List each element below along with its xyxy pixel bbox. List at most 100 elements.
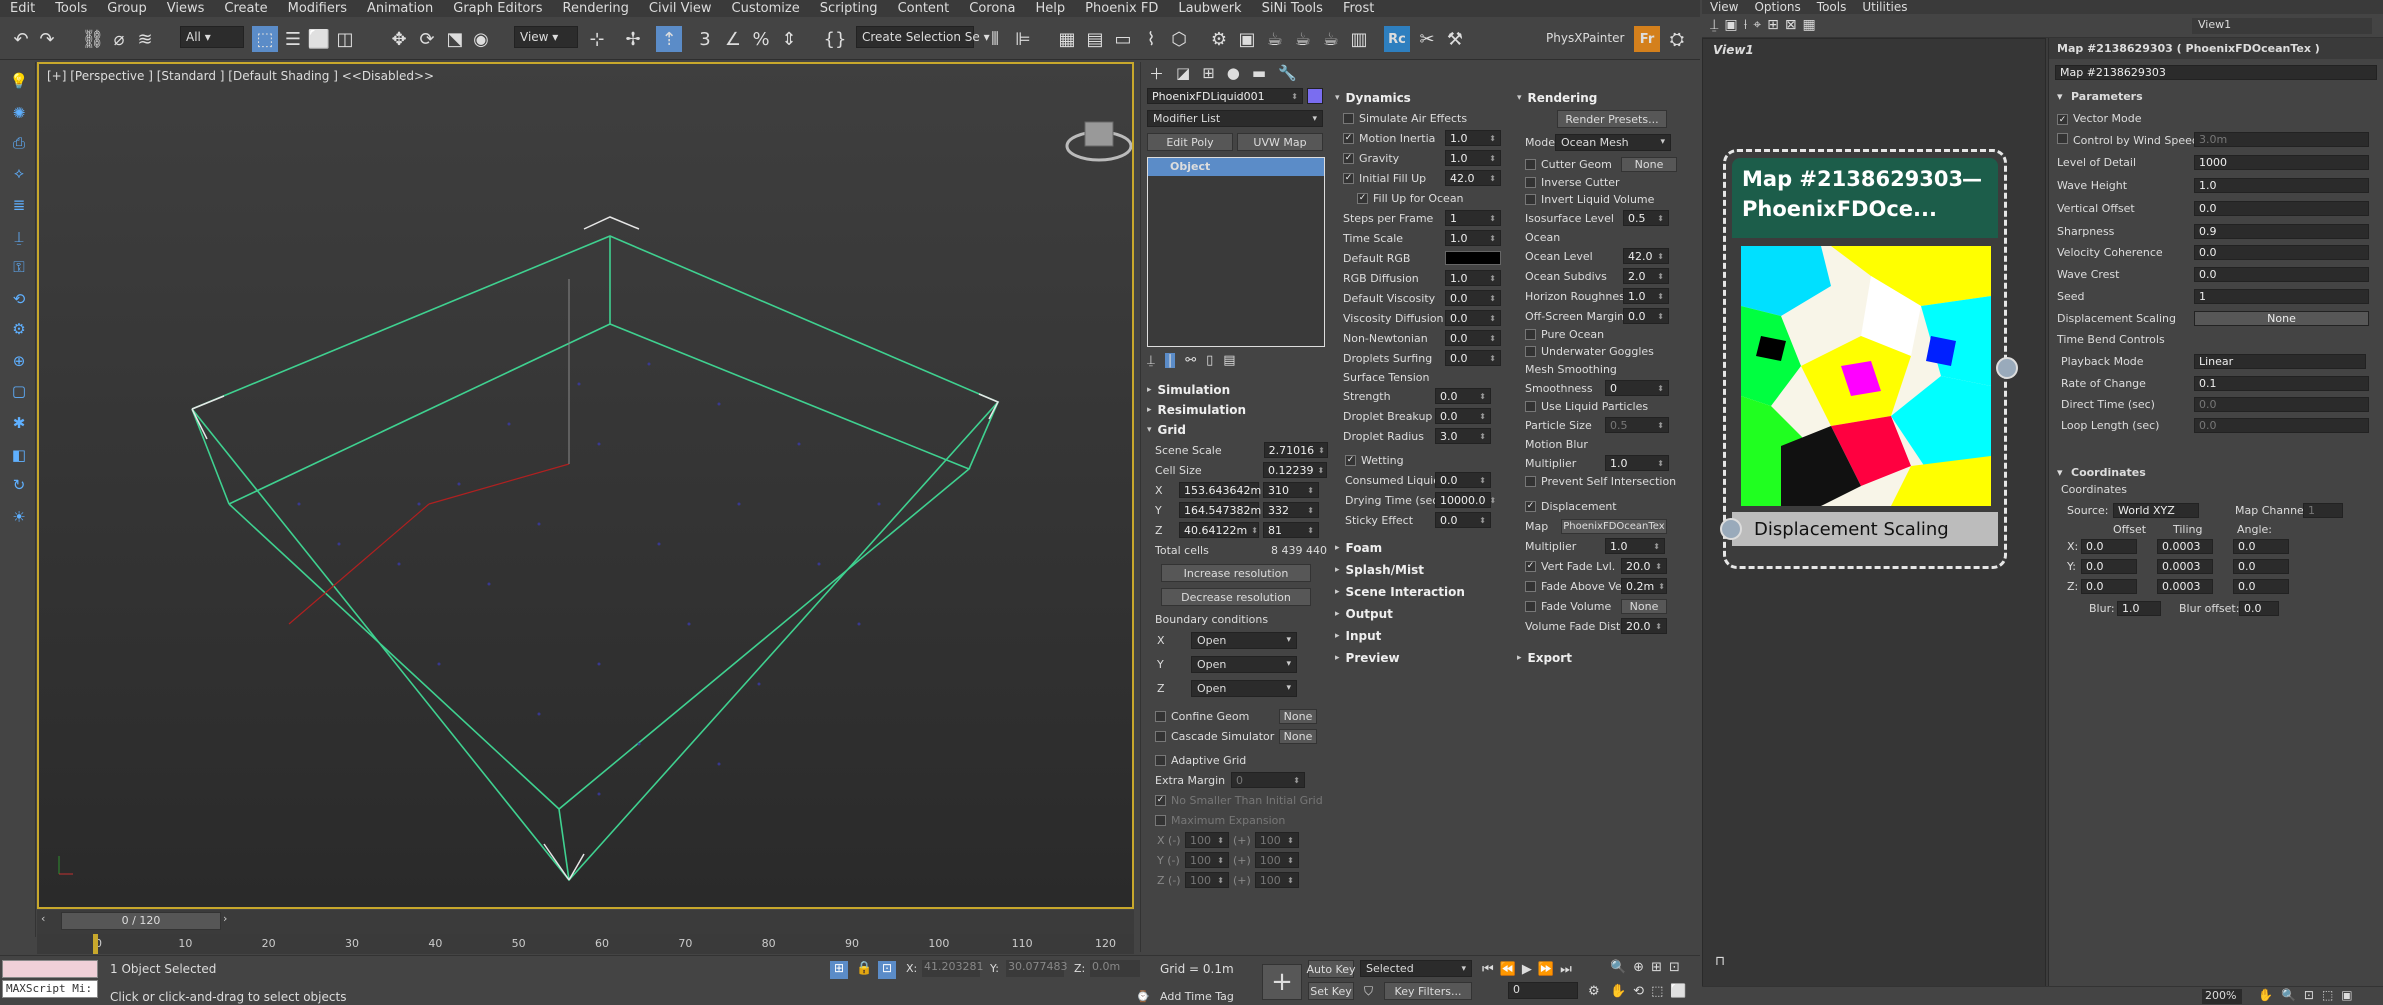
map-channel-field[interactable]: 1 <box>2303 503 2343 518</box>
default-rgb-swatch[interactable] <box>1445 251 1501 265</box>
default-viscosity-field[interactable]: 0.0 <box>1445 290 1501 306</box>
slate-toolbar-icons[interactable]: ⍊▣⟊⌖⊞⊠▦ <box>1710 17 1822 33</box>
lock-selection-icon[interactable]: 🔒 <box>856 961 872 976</box>
layer-explorer-icon[interactable]: ▤ <box>1082 26 1108 52</box>
input-socket[interactable] <box>1720 518 1742 540</box>
object-color-swatch[interactable] <box>1307 88 1323 104</box>
motion-inertia-field[interactable]: 1.0 <box>1445 130 1501 146</box>
ocean-tex-node[interactable]: Map #2138629303 PhoenixFDOce... — Displa… <box>1720 149 2018 569</box>
fr-icon[interactable]: Fr <box>1634 26 1660 52</box>
menu-item-views[interactable]: Views <box>157 1 215 16</box>
menu-item-edit[interactable]: Edit <box>0 1 45 16</box>
rotate-icon[interactable]: ⟳ <box>414 26 440 52</box>
vertical-offset-field[interactable]: 0.0 <box>2194 201 2369 216</box>
viscosity-diffusion-field[interactable]: 0.0 <box>1445 310 1501 326</box>
use-liquid-particles-checkbox[interactable] <box>1525 401 1536 412</box>
parameters-rollout[interactable]: ▾ Parameters <box>2049 86 2383 107</box>
slate-menu-options[interactable]: Options <box>1746 0 1808 14</box>
create-tab-icon[interactable]: ＋ <box>1149 63 1164 84</box>
material-editor-icon[interactable]: ⬡ <box>1166 26 1192 52</box>
maxscript-input[interactable]: MAXScript Mi: <box>2 980 98 998</box>
y-minus-field[interactable]: 100 <box>1185 852 1229 868</box>
redo-icon[interactable]: ↷ <box>34 26 60 52</box>
sharpness-field[interactable]: 0.9 <box>2194 224 2369 239</box>
decrease-resolution-button[interactable]: Decrease resolution <box>1161 588 1311 606</box>
angle-x-field[interactable]: 0.0 <box>2233 539 2289 554</box>
droplets-surfing-field[interactable]: 0.0 <box>1445 350 1501 366</box>
modifier-stack[interactable]: Object <box>1147 157 1325 347</box>
render-setup-icon[interactable]: ⚙ <box>1206 26 1232 52</box>
helper-icon[interactable]: ✱ <box>8 412 30 434</box>
key-filters-button[interactable]: Key Filters... <box>1384 982 1472 1000</box>
collapse-icon[interactable]: — <box>1962 164 1982 194</box>
link-icon[interactable]: ⛓ <box>80 26 106 52</box>
render-active-icon[interactable]: ☕ <box>1290 26 1316 52</box>
angle-y-field[interactable]: 0.0 <box>2233 559 2289 574</box>
map-button[interactable]: PhoenixFDOceanTex <box>1561 518 1667 534</box>
simulate-air-checkbox[interactable] <box>1343 112 1354 124</box>
render-iterative-icon[interactable]: ☕ <box>1318 26 1344 52</box>
menu-item-help[interactable]: Help <box>1026 1 1076 16</box>
menu-item-tools[interactable]: Tools <box>45 1 97 16</box>
param-name-field[interactable]: Map #2138629303 <box>2055 65 2377 80</box>
window-crossing-icon[interactable]: ◫ <box>332 26 358 52</box>
cascade-sim-checkbox[interactable] <box>1155 730 1166 742</box>
cutter-geom-checkbox[interactable] <box>1525 158 1536 170</box>
menu-item-group[interactable]: Group <box>97 1 157 16</box>
initial-fill-field[interactable]: 42.0 <box>1445 170 1501 186</box>
adaptive-grid-checkbox[interactable] <box>1155 754 1166 766</box>
volume-fade-dist-field[interactable]: 20.0 <box>1621 618 1667 634</box>
grid-y-size-field[interactable]: 164.547382m <box>1179 502 1261 518</box>
cutter-geom-button[interactable]: None <box>1621 156 1677 172</box>
menu-item-rendering[interactable]: Rendering <box>553 1 639 16</box>
mirror-icon[interactable]: ⫴ <box>982 26 1008 52</box>
stack-item-object[interactable]: Object <box>1148 158 1324 176</box>
render-presets-button[interactable]: Render Presets... <box>1557 110 1667 128</box>
fade-above-field[interactable]: 0.2m <box>1621 578 1667 594</box>
isosurface-field[interactable]: 0.5 <box>1623 210 1669 226</box>
preview-rollout[interactable]: ▸ Preview <box>1335 648 1510 668</box>
z-coord-field[interactable]: 0.0m <box>1090 960 1140 977</box>
x-coord-field[interactable]: 41.203281 <box>922 960 984 977</box>
make-unique-icon[interactable]: ⚯ <box>1185 353 1196 368</box>
horizon-roughness-field[interactable]: 1.0 <box>1623 288 1669 304</box>
blur-offset-field[interactable]: 0.0 <box>2239 601 2279 616</box>
output-rollout[interactable]: ▸ Output <box>1335 604 1510 624</box>
displacement-scaling-button[interactable]: None <box>2194 311 2369 326</box>
time-cursor[interactable] <box>93 934 98 954</box>
object-name-field[interactable]: PhoenixFDLiquid001 <box>1147 88 1303 104</box>
select-object-icon[interactable]: ⬚ <box>252 26 278 52</box>
sun-icon[interactable]: ✺ <box>8 102 30 124</box>
select-manipulate-icon[interactable]: ✢ <box>620 26 646 52</box>
pivot-icon[interactable]: ⊹ <box>584 26 610 52</box>
snaps-icon[interactable]: 3 <box>692 26 718 52</box>
current-frame-field[interactable]: 0 <box>1508 982 1578 999</box>
x-minus-field[interactable]: 100 <box>1185 832 1229 848</box>
confine-geom-checkbox[interactable] <box>1155 710 1166 722</box>
scene-scale-field[interactable]: 2.71016 <box>1263 442 1328 458</box>
playback-controls[interactable]: ⏮⏪▶⏩⏭ <box>1482 962 1578 977</box>
modifier-list-dropdown[interactable]: Modifier List <box>1147 110 1323 127</box>
time-scale-field[interactable]: 1.0 <box>1445 230 1501 246</box>
curve-editor-icon[interactable]: ⌇ <box>1138 26 1164 52</box>
grid-z-cells-field[interactable]: 81 <box>1263 522 1319 538</box>
viewport-nav-icons[interactable]: 🔍⊕⊞⊡ <box>1610 960 1687 975</box>
smoothness-field[interactable]: 0 <box>1605 380 1669 396</box>
utilities-tab-icon[interactable]: 🔧 <box>1278 64 1297 82</box>
selection-filter-dropdown[interactable]: All ▾ <box>180 26 244 48</box>
track-bar[interactable]: 0 10 20 30 40 50 60 70 80 90 100 110 120 <box>37 934 1134 954</box>
cascade-sim-button[interactable]: None <box>1279 728 1317 744</box>
view-title[interactable]: View1 <box>1713 43 1754 57</box>
boundary-x-dropdown[interactable]: Open <box>1191 631 1297 649</box>
rendering-rollout[interactable]: ▾ Rendering <box>1517 88 1695 108</box>
z-minus-field[interactable]: 100 <box>1185 872 1229 888</box>
render-icon[interactable]: ☕ <box>1262 26 1288 52</box>
viewport-nav-icons-2[interactable]: ✋⟲⬚⬜ <box>1610 984 1694 999</box>
rc-icon[interactable]: Rc <box>1384 26 1410 52</box>
configure-sets-icon[interactable]: ▤ <box>1223 353 1235 368</box>
panel-icon[interactable]: ◧ <box>8 444 30 466</box>
simulation-rollout[interactable]: ▸ Simulation <box>1147 380 1327 400</box>
selection-set-dropdown[interactable]: Create Selection Se ▾ <box>856 26 990 48</box>
grid-x-size-field[interactable]: 153.643642m <box>1179 482 1261 498</box>
node-slot-displacement[interactable]: Displacement Scaling <box>1720 512 1998 546</box>
